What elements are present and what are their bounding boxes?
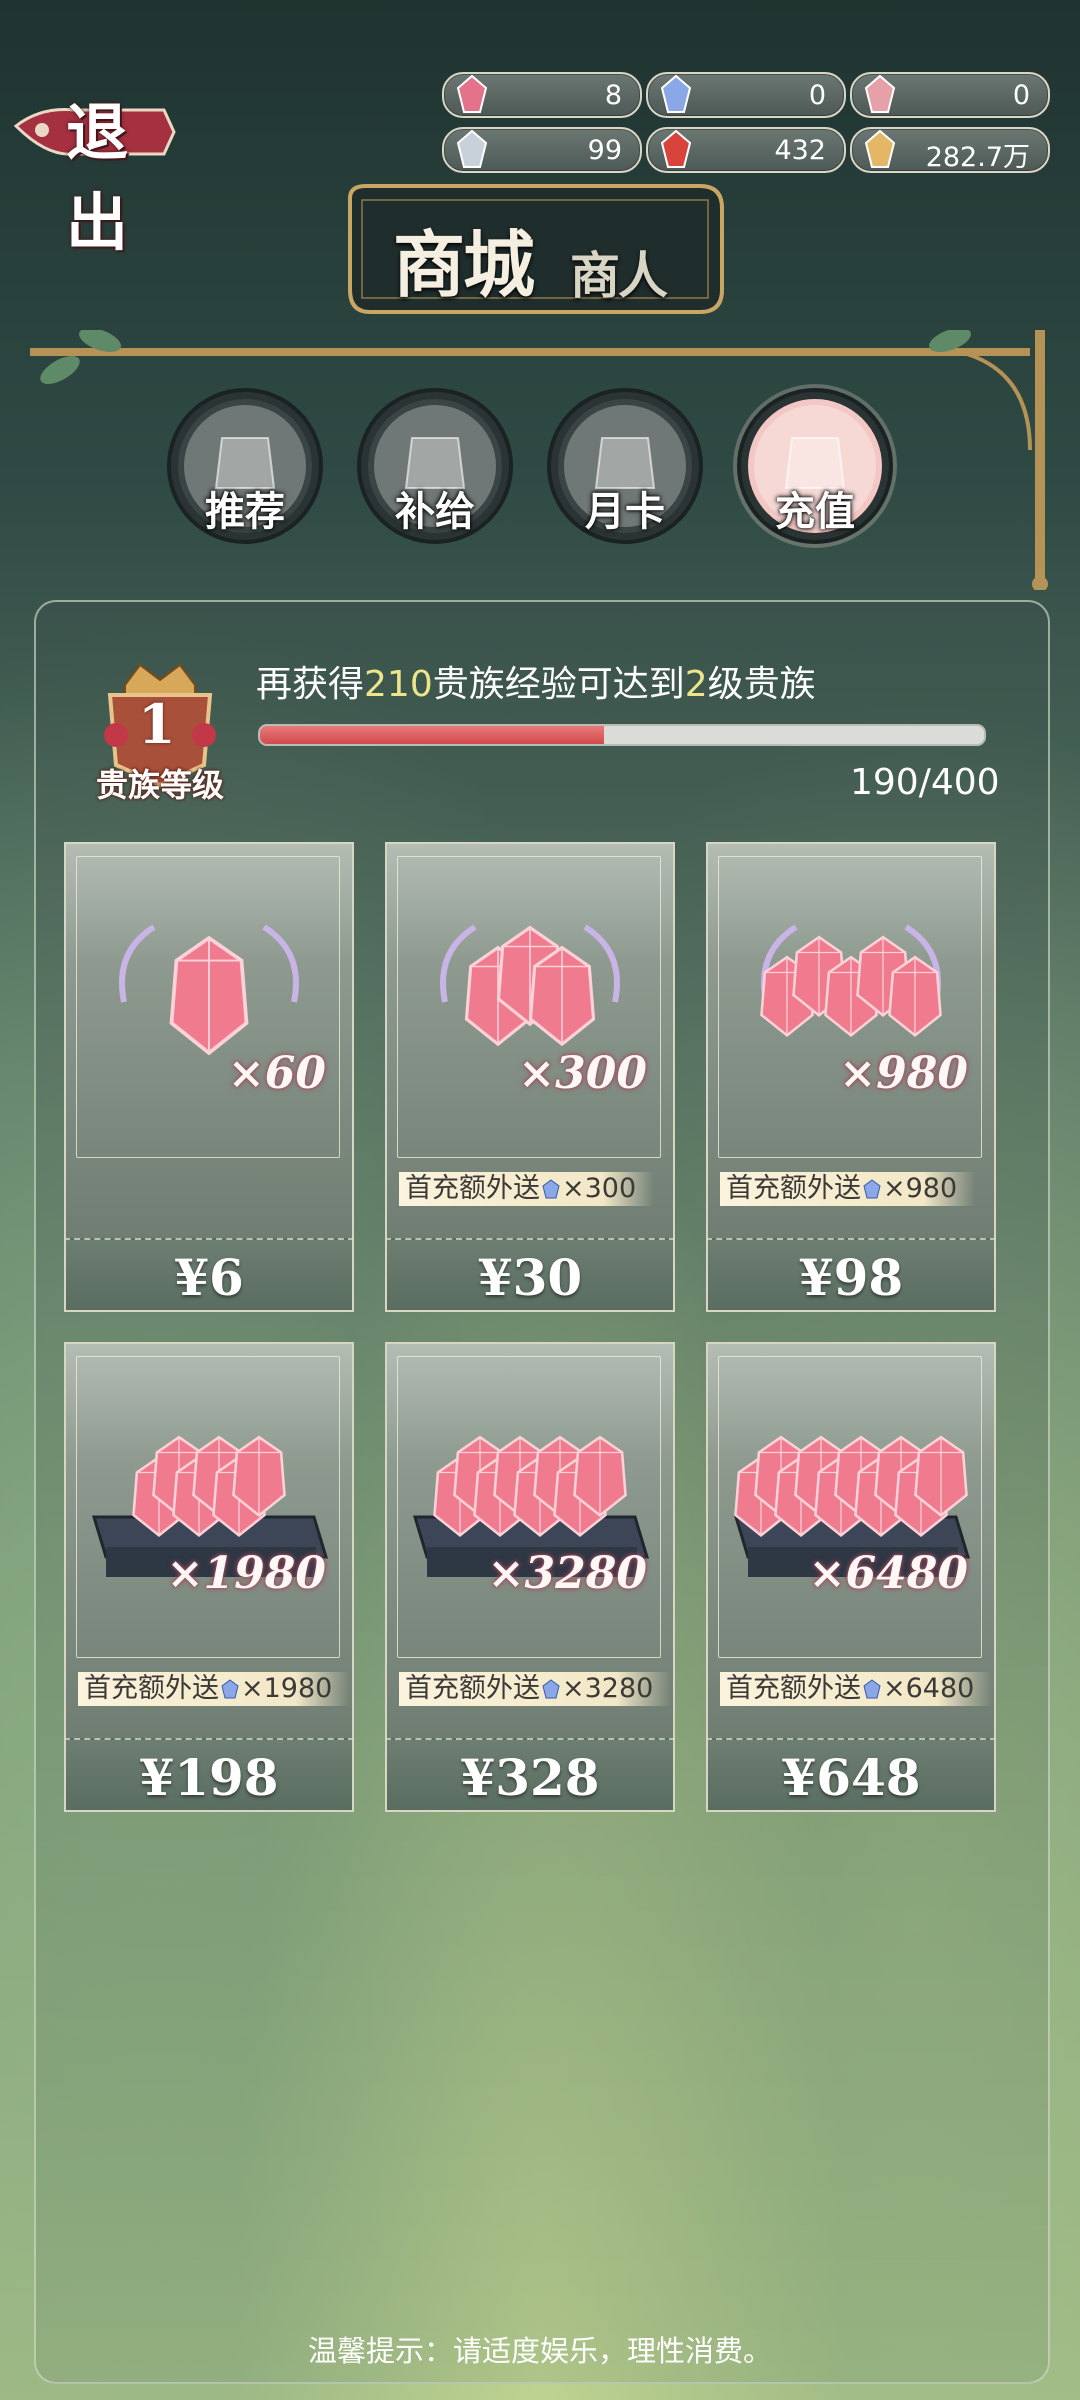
tab-label: 补给 [395,488,475,535]
product-card[interactable]: ×300 首充额外送 ×300 ¥30 [385,842,675,1312]
price-tag[interactable]: ¥648 [706,1738,996,1812]
pink-gem-icon [440,924,620,1047]
tab-label: 推荐 [205,488,285,535]
currency-3: 0 [850,72,1050,118]
bonus-prefix: 首充额外送 [726,1173,861,1204]
exit-label: 退出 [66,96,128,259]
tab-2[interactable]: 补给 [352,383,518,549]
title-main: 商城 [393,222,535,307]
pink-gem-icon [760,924,942,1038]
currency-value: 0 [808,80,826,111]
noble-text-mid: 贵族经验可达到 [432,664,685,705]
noble-level-number: 1 [138,692,176,756]
bonus-amount: ×980 [883,1173,958,1204]
pink-gem-card-icon [456,74,488,113]
tab-4[interactable]: 充值 [732,383,898,549]
blue-crystal-icon [863,1679,881,1699]
pink-ticket-icon [864,74,896,113]
bonus-prefix: 首充额外送 [84,1673,219,1704]
currency-value: 99 [587,135,622,166]
product-price: ¥30 [477,1248,583,1307]
product-price: ¥98 [798,1248,904,1307]
currency-5: 432 [646,127,846,173]
price-tag[interactable]: ¥198 [64,1738,354,1812]
shop-title-banner: 商城 商人 [330,178,740,328]
red-potion-icon [660,129,692,168]
noble-progress-fill [260,726,604,744]
first-recharge-bonus: 首充额外送 ×300 [399,1172,655,1206]
price-tag[interactable]: ¥328 [385,1738,675,1812]
currency-value: 8 [604,80,622,111]
bonus-amount: ×1980 [241,1673,333,1704]
title-sub: 商人 [570,246,668,305]
pink-gem-icon [733,1435,971,1577]
product-price: ¥328 [460,1748,600,1807]
product-card[interactable]: ×60 ¥6 [64,842,354,1312]
product-price: ¥6 [174,1248,244,1307]
exit-button[interactable]: 退出 [14,72,184,259]
blue-crystal-icon [542,1679,560,1699]
currency-value: 432 [774,135,826,166]
first-recharge-bonus: 首充额外送 ×6480 [720,1672,993,1706]
currency-2: 0 [646,72,846,118]
pink-gem-icon [412,1435,650,1577]
price-tag[interactable]: ¥6 [64,1238,354,1312]
product-quantity: ×300 [518,1048,647,1099]
currency-6: 282.7万 [850,127,1050,173]
exp-needed: 210 [364,664,433,705]
currency-value: 282.7万 [925,142,1030,173]
product-card[interactable]: ×3280 首充额外送 ×3280 ¥328 [385,1342,675,1812]
product-quantity: ×3280 [487,1548,647,1599]
currency-value: 0 [1012,80,1030,111]
product-quantity: ×980 [839,1048,968,1099]
first-recharge-bonus: 首充额外送 ×3280 [399,1672,672,1706]
first-recharge-bonus: 首充额外送 ×980 [720,1172,976,1206]
next-level: 2 [684,664,708,705]
product-price: ¥198 [139,1748,279,1807]
noble-progress-label: 190/400 [850,762,1000,803]
bonus-amount: ×300 [562,1173,637,1204]
price-tag[interactable]: ¥98 [706,1238,996,1312]
button-icon [456,129,488,168]
banner-frame-icon [348,184,724,314]
blue-crystal-icon [221,1679,239,1699]
blue-crystal-icon [542,1179,560,1199]
currency-1: 8 [442,72,642,118]
gold-coins-icon [864,129,896,168]
bonus-prefix: 首充额外送 [405,1173,540,1204]
product-quantity: ×1980 [166,1548,326,1599]
currency-4: 99 [442,127,642,173]
product-quantity: ×60 [227,1048,326,1099]
product-price: ¥648 [781,1748,921,1807]
product-quantity: ×6480 [808,1548,968,1599]
product-card[interactable]: ×6480 首充额外送 ×6480 ¥648 [706,1342,996,1812]
bonus-amount: ×3280 [562,1673,654,1704]
tab-label: 充值 [775,488,855,535]
tab-label: 月卡 [585,488,665,535]
bonus-prefix: 首充额外送 [726,1673,861,1704]
tab-1[interactable]: 推荐 [162,383,328,549]
noble-level-label: 贵族等级 [95,766,224,804]
price-tag[interactable]: ¥30 [385,1238,675,1312]
blue-crystal-icon [660,74,692,113]
product-card[interactable]: ×1980 首充额外送 ×1980 ¥198 [64,1342,354,1812]
blue-crystal-icon [863,1179,881,1199]
bonus-prefix: 首充额外送 [405,1673,540,1704]
tab-3[interactable]: 月卡 [542,383,708,549]
noble-progress-text: 再获得210贵族经验可达到2级贵族 [256,655,816,707]
bonus-amount: ×6480 [883,1673,975,1704]
noble-progress-bar [258,724,986,746]
product-card[interactable]: ×980 首充额外送 ×980 ¥98 [706,842,996,1312]
pink-gem-icon [119,924,299,1056]
noble-text-suffix: 级贵族 [707,664,816,705]
noble-text-prefix: 再获得 [256,664,365,705]
footer-tip: 温馨提示：请适度娱乐，理性消费。 [307,2334,772,2368]
first-recharge-bonus: 首充额外送 ×1980 [78,1672,351,1706]
pink-gem-icon [91,1435,329,1577]
